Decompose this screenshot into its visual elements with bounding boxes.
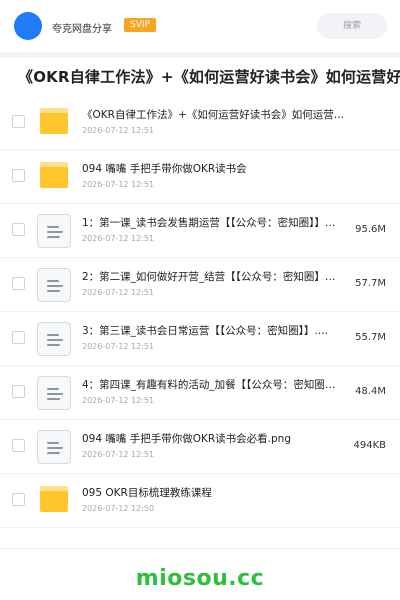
row-checkbox[interactable]: [12, 223, 25, 236]
item-date: 2026-07-12 12:51: [82, 180, 155, 189]
search-input[interactable]: 搜索: [317, 13, 387, 39]
item-date: 2026-07-12 12:50: [82, 504, 155, 513]
list-item[interactable]: 4：第四课_有趣有料的活动_加餐【【公众号：密知圈… 2026-07-12 12…: [0, 366, 400, 420]
list-item[interactable]: 094 嘴嘴 手把手带你做OKR读书会 2026-07-12 12:51: [0, 150, 400, 204]
folder-icon: [40, 162, 68, 188]
row-checkbox[interactable]: [12, 385, 25, 398]
folder-icon: [40, 486, 68, 512]
item-date: 2026-07-12 12:51: [82, 288, 155, 297]
item-size: 55.7M: [355, 332, 386, 343]
item-name: 2：第二课_如何做好开营_结营【【公众号：密知圈】…: [82, 271, 336, 283]
item-size: 494KB: [353, 440, 386, 451]
item-size: 95.6M: [355, 224, 386, 235]
list-item[interactable]: 2：第二课_如何做好开营_结营【【公众号：密知圈】… 2026-07-12 12…: [0, 258, 400, 312]
document-icon: [37, 430, 71, 464]
item-name: 095 OKR目标梳理教练课程: [82, 487, 212, 499]
page-title: 《OKR自律工作法》+《如何运营好读书会》如何运营好赚: [18, 68, 400, 86]
row-checkbox[interactable]: [12, 493, 25, 506]
row-checkbox[interactable]: [12, 277, 25, 290]
folder-icon: [40, 108, 68, 134]
item-name: 《OKR自律工作法》+《如何运营好读书会》如何运营…: [82, 109, 345, 121]
row-checkbox[interactable]: [12, 115, 25, 128]
header-divider: [0, 52, 400, 58]
item-name: 3：第三课_读书会日常运营【【公众号：密知圈】】.…: [82, 325, 329, 337]
item-date: 2026-07-12 12:51: [82, 396, 155, 405]
item-date: 2026-07-12 12:51: [82, 126, 155, 135]
list-item[interactable]: 095 OKR目标梳理教练课程 2026-07-12 12:50: [0, 474, 400, 528]
item-name: 4：第四课_有趣有料的活动_加餐【【公众号：密知圈…: [82, 379, 336, 391]
document-icon: [37, 268, 71, 302]
document-icon: [37, 322, 71, 356]
item-date: 2026-07-12 12:51: [82, 450, 155, 459]
row-checkbox[interactable]: [12, 331, 25, 344]
avatar[interactable]: [14, 12, 42, 40]
item-size: 48.4M: [355, 386, 386, 397]
brand-label: 夸克网盘分享: [52, 24, 112, 35]
list-item[interactable]: 1：第一课_读书会发售期运营【【公众号：密知圈】】… 2026-07-12 12…: [0, 204, 400, 258]
row-checkbox[interactable]: [12, 169, 25, 182]
list-item[interactable]: 094 嘴嘴 手把手带你做OKR读书会必看.png 2026-07-12 12:…: [0, 420, 400, 474]
list-item[interactable]: 《OKR自律工作法》+《如何运营好读书会》如何运营… 2026-07-12 12…: [0, 96, 400, 150]
item-name: 094 嘴嘴 手把手带你做OKR读书会必看.png: [82, 433, 291, 445]
item-size: 57.7M: [355, 278, 386, 289]
item-date: 2026-07-12 12:51: [82, 234, 155, 243]
document-icon: [37, 214, 71, 248]
item-date: 2026-07-12 12:51: [82, 342, 155, 351]
document-icon: [37, 376, 71, 410]
svip-badge: SVIP: [124, 18, 156, 32]
row-checkbox[interactable]: [12, 439, 25, 452]
item-name: 094 嘴嘴 手把手带你做OKR读书会: [82, 163, 247, 175]
app-header: 夸克网盘分享 SVIP 搜索: [0, 0, 400, 52]
watermark: miosou.cc: [135, 566, 265, 591]
item-name: 1：第一课_读书会发售期运营【【公众号：密知圈】】…: [82, 217, 336, 229]
list-item[interactable]: 3：第三课_读书会日常运营【【公众号：密知圈】】.… 2026-07-12 12…: [0, 312, 400, 366]
